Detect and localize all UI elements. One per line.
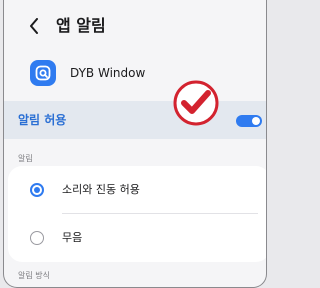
divider (62, 213, 258, 214)
allow-notifications-row[interactable]: 알림 허용 (4, 101, 266, 139)
option-label: 무음 (62, 231, 83, 244)
chevron-left-icon (30, 18, 38, 34)
top-app-bar: 앱 알림 (4, 0, 266, 52)
app-logo-icon (30, 60, 56, 86)
radio-silent[interactable] (30, 231, 44, 245)
style-section-label: 알림 방식 (18, 271, 50, 280)
option-label: 소리와 진동 허용 (62, 183, 140, 196)
phone-screen: 앱 알림 DYB Window 알림 허용 알림 소리와 진동 허용 무음 알림… (3, 0, 267, 288)
notification-section-label: 알림 (18, 154, 33, 163)
page-title: 앱 알림 (56, 16, 106, 35)
toggle-knob (252, 117, 260, 125)
back-button[interactable] (24, 14, 44, 38)
allow-notifications-label: 알림 허용 (18, 113, 67, 127)
option-silent[interactable]: 무음 (8, 220, 266, 256)
radio-sound-vibration[interactable] (30, 183, 44, 197)
app-name: DYB Window (70, 66, 146, 80)
allow-notifications-toggle[interactable] (236, 115, 262, 127)
checkmark-badge-icon (173, 80, 219, 126)
notification-options-card: 소리와 진동 허용 무음 (8, 166, 266, 262)
option-sound-vibration[interactable]: 소리와 진동 허용 (8, 172, 266, 208)
app-info-row: DYB Window (4, 56, 266, 92)
